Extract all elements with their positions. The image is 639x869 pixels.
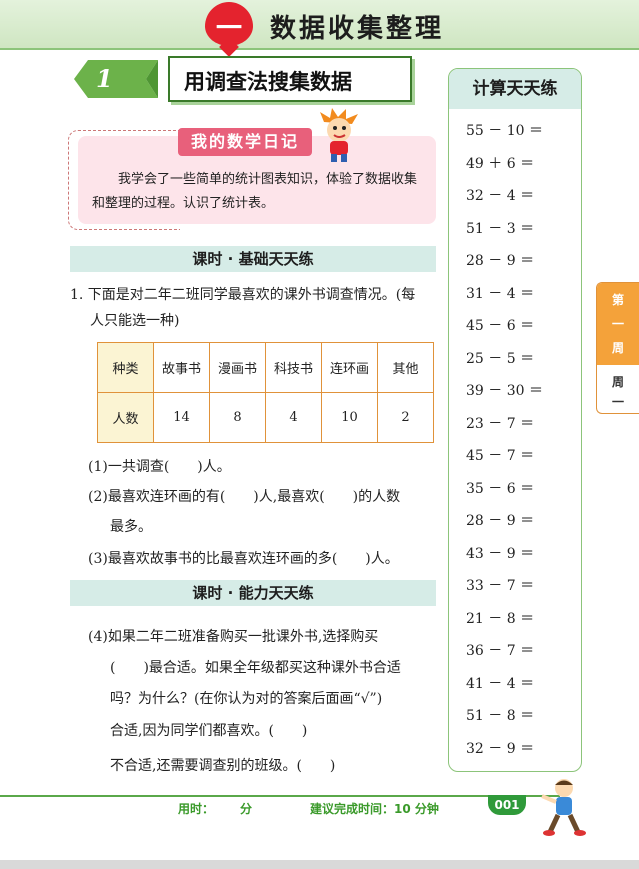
math-item: 33 － 7 ＝ [466,578,535,594]
lesson-number: 1 [96,64,113,93]
week-char: 一 [611,395,624,409]
lesson-title: 用调查法搜集数据 [184,69,352,94]
math-item: 36 － 7 ＝ [466,643,535,659]
question1-sub4-line1: (4)如果二年二班准备购买一批课外书,选择购买 [88,629,379,645]
table-cell: 4 [265,392,322,443]
math-item: 32 － 4 ＝ [466,188,535,204]
footer-line [0,795,560,797]
question1-sub4-line2: ( )最合适。如果全年级都买这种课外书合适 [110,660,401,676]
table-cell: 故事书 [153,342,210,393]
page-number: 001 [488,795,526,815]
math-item: 51 － 8 ＝ [466,708,535,724]
table-cell: 2 [377,392,434,443]
footer-suggested-time: 建议完成时间：10 分钟 [310,802,439,816]
math-item: 49 ＋ 6 ＝ [466,156,535,172]
question1-sub4-line5: 不合适,还需要调查别的班级。( ) [110,758,336,774]
week-char: 第 [611,293,624,307]
table-cell: 8 [209,392,266,443]
table-row-header: 人数 [97,392,154,443]
section-ability: 课时 · 能力天天练 [70,580,436,606]
math-item: 43 － 9 ＝ [466,546,535,562]
question1-sub4-line3: 吗？为什么？(在你认为对的答案后面画“√”) [110,691,383,707]
math-item: 45 － 6 ＝ [466,318,535,334]
math-item: 23 － 7 ＝ [466,416,535,432]
math-item: 45 － 7 ＝ [466,448,535,464]
week-char: 周 [611,375,624,389]
question1-sub2-line2: 最多。 [110,519,152,535]
table-cell: 科技书 [265,342,322,393]
math-item: 32 － 9 ＝ [466,741,535,757]
week-char: 周 [611,341,624,355]
question1-intro-line1: 1. 下面是对二年二班同学最喜欢的课外书调查情况。(每 [70,287,416,303]
question1-sub4-line4: 合适,因为同学们都喜欢。( ) [110,723,308,739]
section-basic: 课时 · 基础天天练 [70,246,436,272]
question1-sub3: (3)最喜欢故事书的比最喜欢连环画的多( )人。 [88,551,399,567]
chapter-badge: 一 [205,2,253,46]
footer-time-used: 用时： [178,802,215,816]
math-item: 51 － 3 ＝ [466,221,535,237]
diary-text: 我学会了一些简单的统计图表知识，体验了数据收集和整理的过程。认识了统计表。 [92,172,418,211]
week-char: 一 [611,317,624,331]
table-cell: 漫画书 [209,342,266,393]
survey-table: 种类 故事书 漫画书 科技书 连环画 其他 人数 14 8 4 10 2 [97,342,434,443]
lesson-title-box: 用调查法搜集数据 [168,56,412,102]
math-item: 41 － 4 ＝ [466,676,535,692]
footer-minute: 分 [240,802,253,816]
table-row: 人数 14 8 4 10 2 [97,392,434,443]
math-item: 28 － 9 ＝ [466,513,535,529]
chapter-title: 数据收集整理 [270,14,445,44]
cartoon-boy-icon [320,108,358,162]
question1-sub1: (1)一共调查( )人。 [88,459,231,475]
math-item: 35 － 6 ＝ [466,481,535,497]
mental-math-title: 计算天天练 [449,69,581,109]
table-cell: 14 [153,392,210,443]
diary-label: 我的数学日记 [178,128,312,156]
table-row: 种类 故事书 漫画书 科技书 连环画 其他 [97,342,434,393]
chapter-number: 一 [215,14,242,44]
question1-intro-line2: 人只能选一种) [90,313,180,329]
math-item: 28 － 9 ＝ [466,253,535,269]
mental-math-panel: 计算天天练 55 － 10 ＝ 49 ＋ 6 ＝ 32 － 4 ＝ 51 － 3… [448,68,582,772]
cartoon-boy-pushing-icon [541,779,586,836]
table-cell: 10 [321,392,378,443]
lesson-arrow-icon [74,60,158,98]
math-item: 25 － 5 ＝ [466,351,535,367]
math-item: 31 － 4 ＝ [466,286,535,302]
table-cell: 其他 [377,342,434,393]
table-row-header: 种类 [97,342,154,393]
math-item: 55 － 10 ＝ [466,123,543,139]
math-item: 39 － 30 ＝ [466,383,543,399]
table-cell: 连环画 [321,342,378,393]
week-tab: 第 一 周 周 一 [596,282,639,414]
math-item: 21 － 8 ＝ [466,611,535,627]
question1-sub2-line1: (2)最喜欢连环画的有( )人,最喜欢( )的人数 [88,489,401,505]
bottom-rule [0,860,639,869]
